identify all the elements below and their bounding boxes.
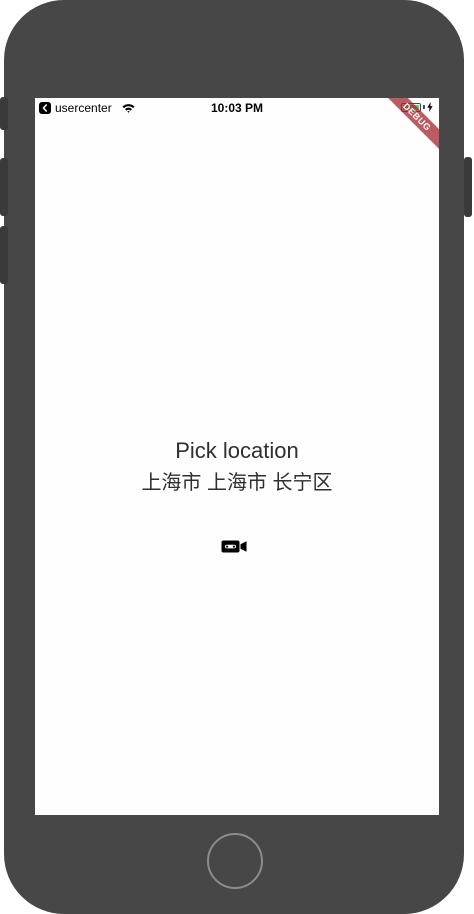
volume-up-button[interactable]: [0, 158, 8, 216]
pick-location-title[interactable]: Pick location: [35, 436, 439, 466]
selected-location-text: 上海市 上海市 长宁区: [141, 472, 333, 494]
status-clock: 10:03 PM: [210, 101, 264, 115]
battery-tip: [423, 105, 425, 109]
power-button[interactable]: [464, 157, 472, 217]
status-bar: usercenter 10:03 PM: [35, 98, 439, 118]
location-content: Pick location 上海市 上海市 长宁区: [35, 436, 439, 496]
mute-switch[interactable]: [0, 97, 8, 130]
charging-icon: [427, 102, 433, 112]
volume-down-button[interactable]: [0, 226, 8, 284]
simulator-stage: usercenter 10:03 PM DEBUG Pick location …: [0, 0, 474, 914]
video-camera-icon[interactable]: [221, 540, 247, 553]
home-button[interactable]: [207, 833, 263, 889]
video-camera-button[interactable]: [220, 538, 248, 554]
device-screen: usercenter 10:03 PM DEBUG Pick location …: [35, 98, 439, 815]
